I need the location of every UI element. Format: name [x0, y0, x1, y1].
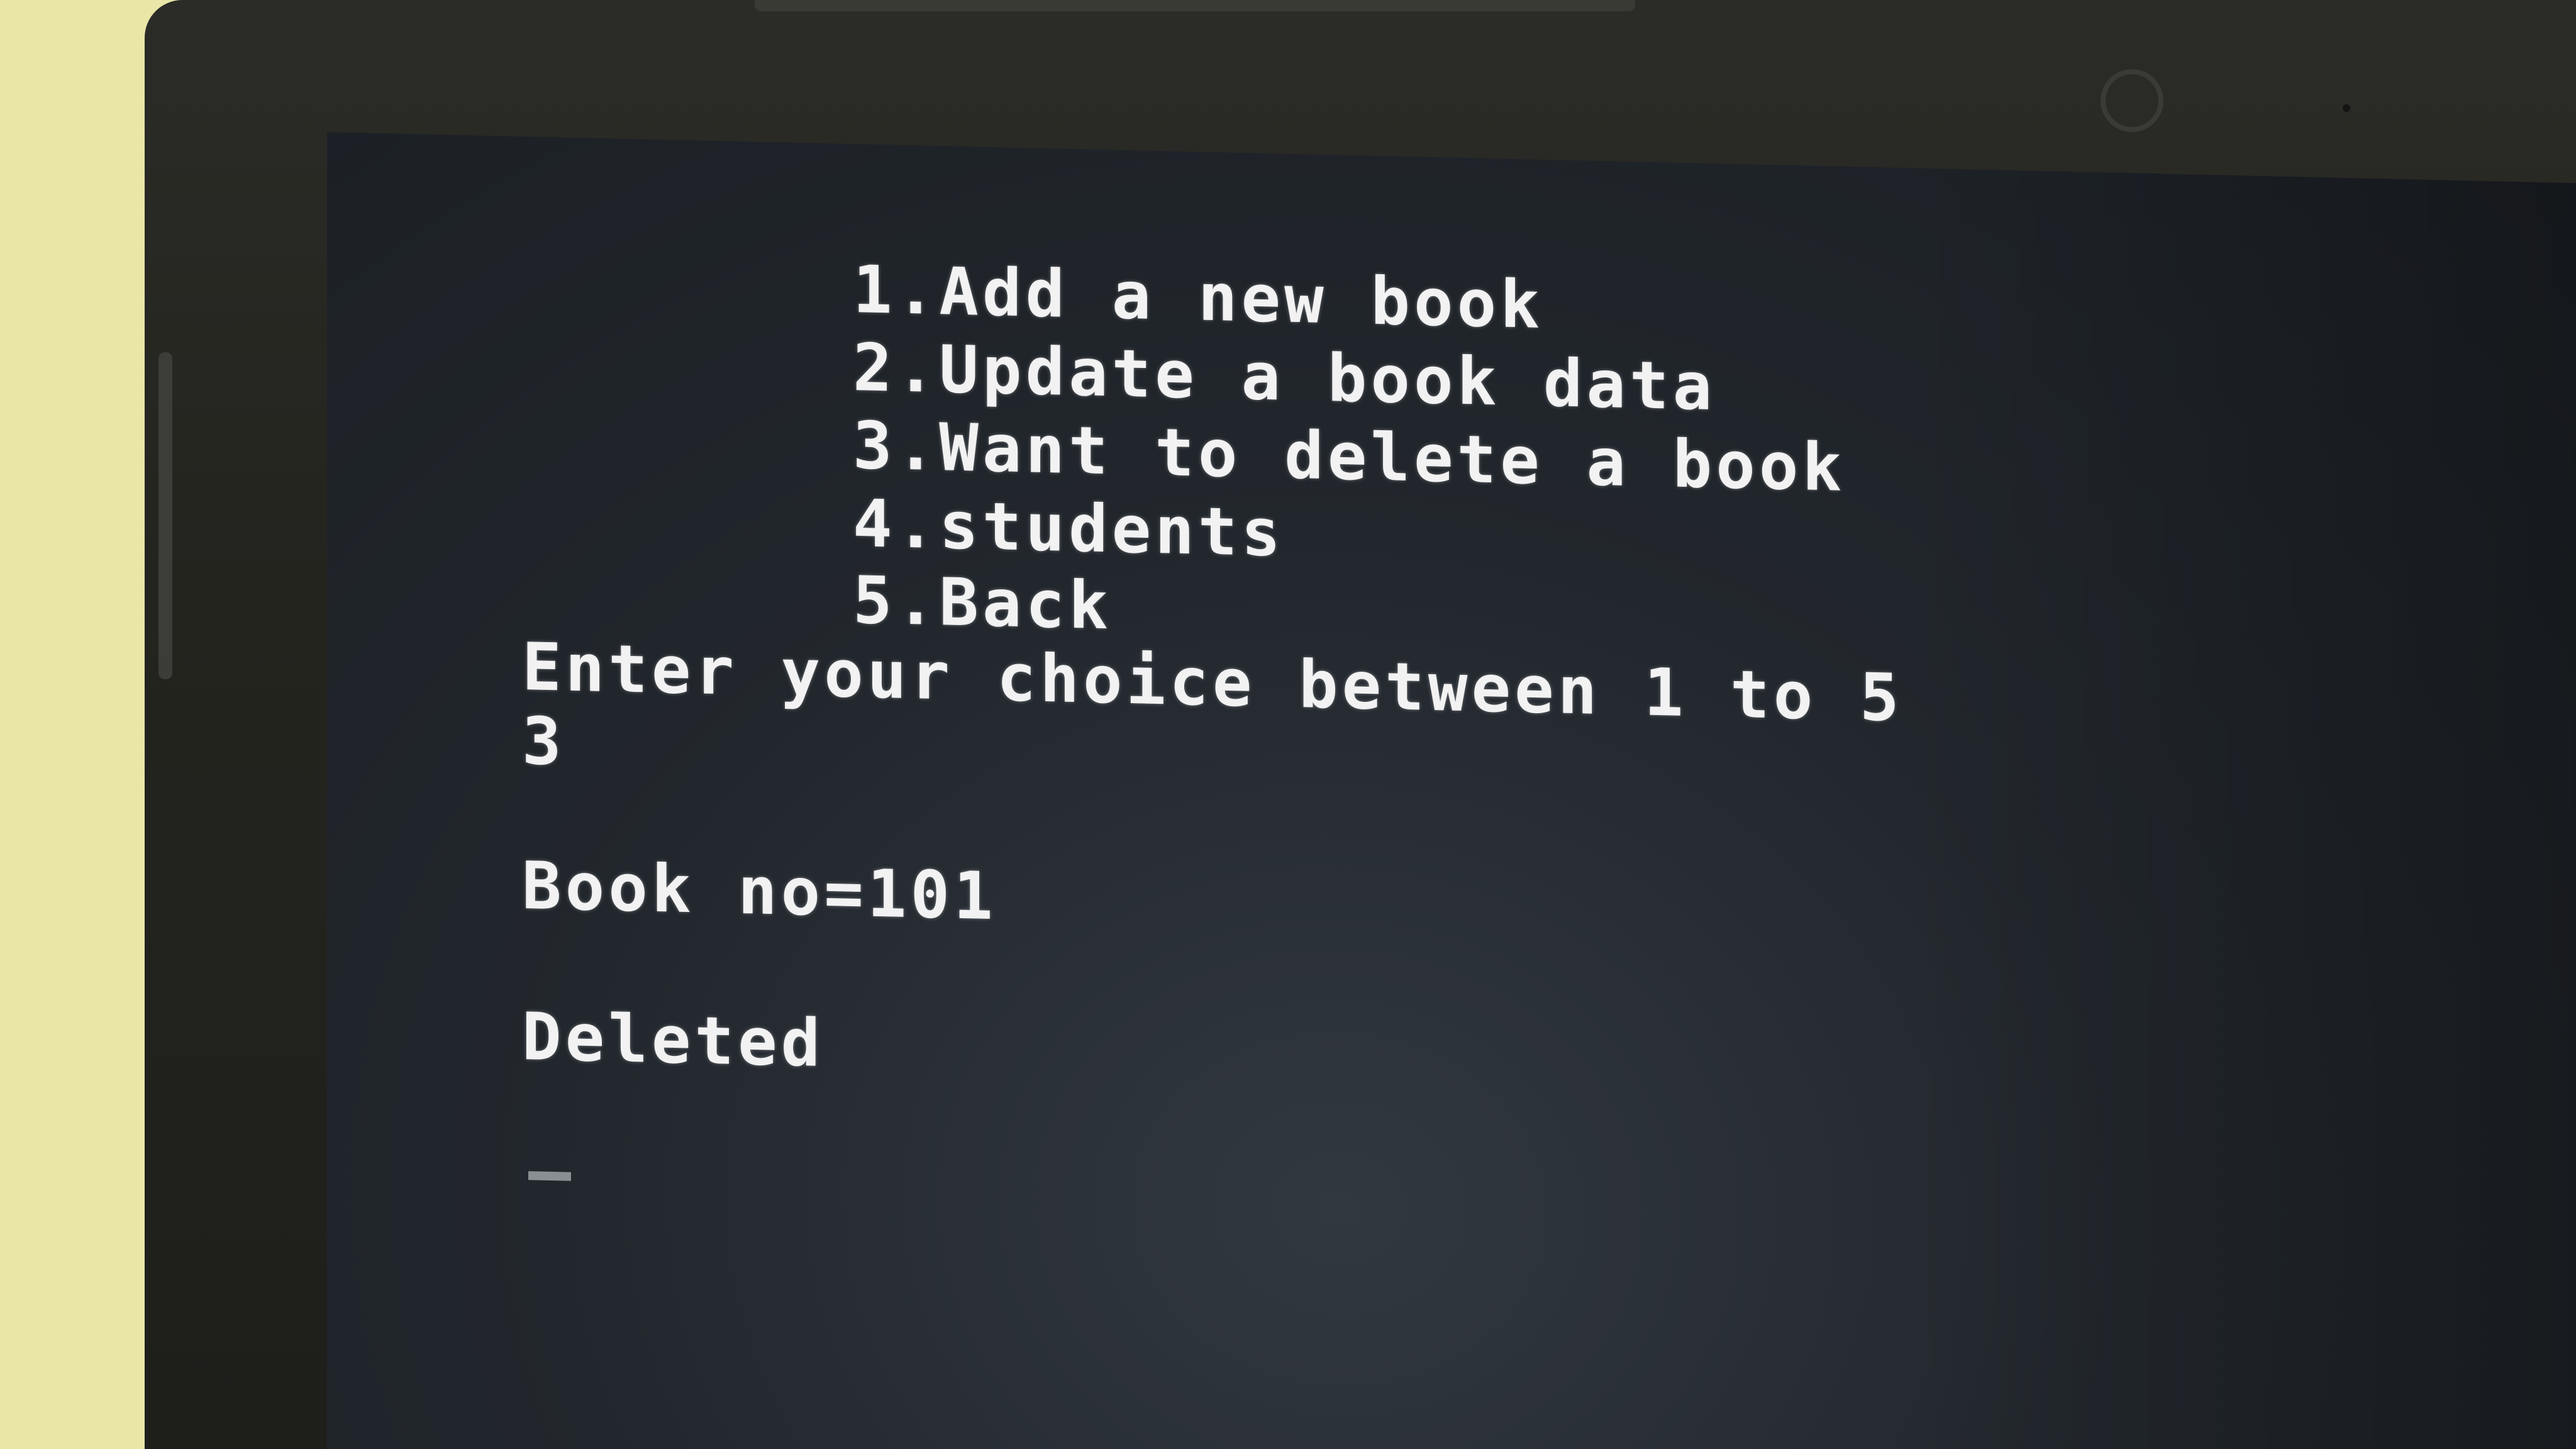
- choice-prompt: Enter your choice between 1 to 5: [522, 628, 1903, 736]
- bezel-side-edge: [158, 352, 172, 679]
- text-cursor[interactable]: [528, 1171, 571, 1181]
- bezel-hinge-strip: [755, 0, 1635, 11]
- choice-input-value[interactable]: 3: [522, 702, 565, 780]
- webcam-icon: [2101, 69, 2163, 132]
- book-number-output: Book no=101: [522, 847, 997, 935]
- console-window[interactable]: 1.Add a new book 2.Update a book data 3.…: [327, 132, 2576, 1449]
- menu-item-add-book: 1.Add a new book: [853, 250, 1543, 343]
- camera-indicator-icon: [2343, 104, 2350, 112]
- status-message: Deleted: [522, 998, 824, 1082]
- menu-item-back: 5.Back: [853, 561, 1112, 645]
- menu-item-update-book: 2.Update a book data: [853, 328, 1716, 426]
- menu-item-students: 4.students: [853, 484, 1285, 572]
